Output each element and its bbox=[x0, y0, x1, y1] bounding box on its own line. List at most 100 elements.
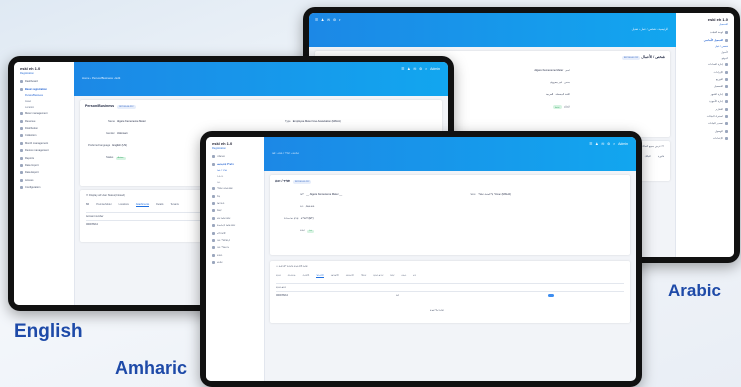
arabic-nav-item[interactable]: إدارة العدادات bbox=[676, 61, 734, 68]
amharic-nav-item[interactable]: ዳታ ማስገቢያ bbox=[206, 237, 264, 244]
amharic-tablet: eskl eh 1.0 Registration ዳሽቦርድ መሰረታዊ ምዝገባ… bbox=[200, 131, 642, 387]
english-nav-item[interactable]: Data Export bbox=[14, 169, 74, 176]
amharic-tabs: ሂሳብ ባለ ይዞታ ቦታዎች ዓባሪዎች ዝርዝሮች ተከራዮች ሜትር ሂሳብ ቁጥር ክፍ… bbox=[276, 274, 416, 278]
menu-icon bbox=[725, 92, 728, 96]
arabic-topbar: ☰ ♟ ✉ ⚙ ◐ الرئيسية ‹ شخص / عمل ‹ تعديل bbox=[309, 13, 676, 47]
english-nav-item[interactable]: Dashboard bbox=[14, 78, 74, 85]
arabic-nav-item[interactable]: التحصيل bbox=[676, 83, 734, 90]
english-nav-item[interactable]: Access bbox=[14, 176, 74, 183]
arabic-field-name: اسم Algere Kemeneme Meter bbox=[534, 69, 570, 72]
amharic-list-card: ☐ ሁሉንም የተዘጉ ሁኔታዎች አሳይ ሂሳብ ባለ ይዞታ ቦታዎች ዓባሪዎች… bbox=[270, 261, 630, 323]
amharic-nav-item[interactable]: መሰረታዊ ምዝገባ bbox=[206, 160, 264, 167]
english-tab[interactable]: Bill bbox=[86, 203, 89, 207]
amharic-nav-item[interactable]: ወር አስተዳደር bbox=[206, 215, 264, 222]
amharic-nav-item[interactable]: ዳሽቦርድ bbox=[206, 153, 264, 160]
amharic-card-pill: 987-90-00-212 bbox=[293, 180, 312, 184]
english-tab[interactable]: Tenants bbox=[170, 203, 178, 207]
amharic-tab[interactable]: ቀን bbox=[413, 274, 416, 278]
menu-icon bbox=[212, 187, 215, 191]
arabic-tab[interactable]: فاتورة bbox=[658, 155, 664, 158]
menu-icon bbox=[20, 127, 23, 131]
amharic-screen: eskl eh 1.0 Registration ዳሽቦርድ መሰረታዊ ምዝገባ… bbox=[206, 137, 636, 381]
amharic-nav: ዳሽቦርድ መሰረታዊ ምዝገባ ሰው / ንግድ ንብረት ቦታ ሜትር አስተዳደር ገ… bbox=[206, 153, 264, 266]
amharic-nav-item[interactable]: ውቅር bbox=[206, 259, 264, 266]
menu-icon bbox=[20, 80, 23, 84]
amharic-tab[interactable]: ሂሳብ ቁጥር bbox=[373, 274, 383, 278]
arabic-nav-item[interactable]: التقارير bbox=[676, 105, 734, 112]
menu-icon bbox=[725, 129, 728, 133]
english-nav-item[interactable]: Basic registration bbox=[14, 85, 74, 92]
arabic-field-lang: اللغة المفضلة العربية bbox=[546, 93, 570, 96]
amharic-tab[interactable]: ክፍያ bbox=[390, 274, 394, 278]
amharic-nav-item[interactable]: ሜትር አስተዳደር bbox=[206, 185, 264, 192]
arabic-nav-item[interactable]: إدارة الشهر bbox=[676, 91, 734, 98]
amharic-nav-item[interactable]: ፍቃድ bbox=[206, 251, 264, 258]
menu-icon bbox=[20, 149, 23, 153]
amharic-tab[interactable]: ሜትር bbox=[361, 274, 366, 278]
english-field-name: Name Algere Kemeneme Meter bbox=[108, 120, 146, 123]
amharic-nav-item[interactable]: ሪፖርቶች bbox=[206, 229, 264, 236]
english-sidebar: eskl eh 1.0 Registration Dashboard Basic … bbox=[14, 62, 75, 305]
amharic-tab[interactable]: ቦታዎች bbox=[303, 274, 310, 278]
amharic-footer-link[interactable]: ተጨማሪ አሳይ bbox=[430, 309, 444, 312]
arabic-nav-item[interactable]: الإعدادات bbox=[676, 135, 734, 142]
arabic-nav-item[interactable]: التسجيل الأساسي bbox=[676, 36, 734, 43]
menu-icon bbox=[20, 119, 23, 123]
english-nav-item[interactable]: Device management bbox=[14, 147, 74, 154]
english-tab[interactable]: Premiseholder bbox=[96, 203, 111, 207]
menu-icon bbox=[725, 78, 728, 82]
amharic-tab[interactable]: ዓባሪዎች bbox=[316, 274, 324, 278]
english-nav-item[interactable]: Revenue bbox=[14, 117, 74, 124]
amharic-topbar: ☰ ♟ ✉ ⚙ ◐ Admin ቤት › ሰው / ንግድ › አርትዕ bbox=[264, 137, 636, 171]
menu-icon bbox=[212, 231, 215, 235]
amharic-tab[interactable]: ተከራዮች bbox=[346, 274, 354, 278]
menu-icon bbox=[20, 134, 23, 138]
menu-icon bbox=[212, 155, 215, 159]
amharic-check-label[interactable]: ☐ ሁሉንም የተዘጉ ሁኔታዎች አሳይ bbox=[276, 265, 308, 268]
arabic-tab[interactable]: المالك bbox=[645, 155, 651, 158]
amharic-tab[interactable]: ሁኔታ bbox=[402, 274, 407, 278]
english-card-pill: 987-90-00-212 bbox=[117, 105, 136, 109]
arabic-nav-item[interactable]: تصدير البيانات bbox=[676, 120, 734, 127]
menu-icon bbox=[212, 216, 215, 220]
amharic-topbar-icons[interactable]: ☰ ♟ ✉ ⚙ ◐ Admin bbox=[589, 142, 628, 146]
amharic-field-type: ዓይነት ሜትር ተጠቃሚ ማህበር (MAUA) bbox=[470, 193, 511, 196]
english-nav-item[interactable]: Month management bbox=[14, 140, 74, 147]
english-nav-item[interactable]: Meter management bbox=[14, 110, 74, 117]
amharic-row-toggle[interactable] bbox=[548, 294, 554, 297]
menu-icon bbox=[725, 38, 728, 42]
menu-icon bbox=[20, 141, 23, 145]
amharic-tab[interactable]: ሂሳብ bbox=[276, 274, 281, 278]
menu-icon bbox=[20, 112, 23, 116]
arabic-nav-item[interactable]: التوزيع bbox=[676, 76, 734, 83]
amharic-tab[interactable]: ዝርዝሮች bbox=[331, 274, 339, 278]
english-tab[interactable]: Locations bbox=[119, 203, 129, 207]
english-nav-item[interactable]: Configuration bbox=[14, 184, 74, 191]
menu-icon bbox=[212, 202, 215, 206]
amharic-nav-item[interactable]: ስርጭት bbox=[206, 200, 264, 207]
amharic-nav-item[interactable]: ዳታ ማውጫ bbox=[206, 244, 264, 251]
arabic-nav-item[interactable]: لوحة القيادة bbox=[676, 29, 734, 36]
amharic-tab[interactable]: ባለ ይዞታ bbox=[288, 274, 296, 278]
amharic-nav-item[interactable]: የመሳሪያ አስተዳደር bbox=[206, 222, 264, 229]
english-nav-item[interactable]: Distribution bbox=[14, 125, 74, 132]
english-tab[interactable]: Details bbox=[156, 203, 163, 207]
menu-icon bbox=[212, 162, 215, 166]
arabic-nav-item[interactable]: استيراد البيانات bbox=[676, 113, 734, 120]
menu-icon bbox=[20, 186, 23, 190]
english-check-label[interactable]: ☐ Display all User Status(Closed) bbox=[86, 194, 125, 197]
amharic-nav-item[interactable]: ክፍያ bbox=[206, 207, 264, 214]
english-nav-item[interactable]: Collection bbox=[14, 132, 74, 139]
amharic-nav-item[interactable]: ገቢ bbox=[206, 192, 264, 199]
menu-icon bbox=[725, 137, 728, 141]
arabic-nav-item[interactable]: الإيرادات bbox=[676, 68, 734, 75]
arabic-topbar-icons[interactable]: ☰ ♟ ✉ ⚙ ◐ bbox=[315, 18, 341, 22]
english-nav-item[interactable]: Data Import bbox=[14, 162, 74, 169]
english-topbar-icons[interactable]: ☰ ♟ ✉ ⚙ ◐ Admin bbox=[401, 67, 440, 71]
english-breadcrumb: Home › Person/Business › Edit bbox=[82, 76, 121, 80]
english-nav-item[interactable]: Reports bbox=[14, 154, 74, 161]
arabic-nav-item[interactable]: الوصول bbox=[676, 127, 734, 134]
menu-icon bbox=[20, 171, 23, 175]
arabic-nav-item[interactable]: إدارة الأجهزة bbox=[676, 98, 734, 105]
english-tab[interactable]: Attachments bbox=[135, 203, 150, 207]
